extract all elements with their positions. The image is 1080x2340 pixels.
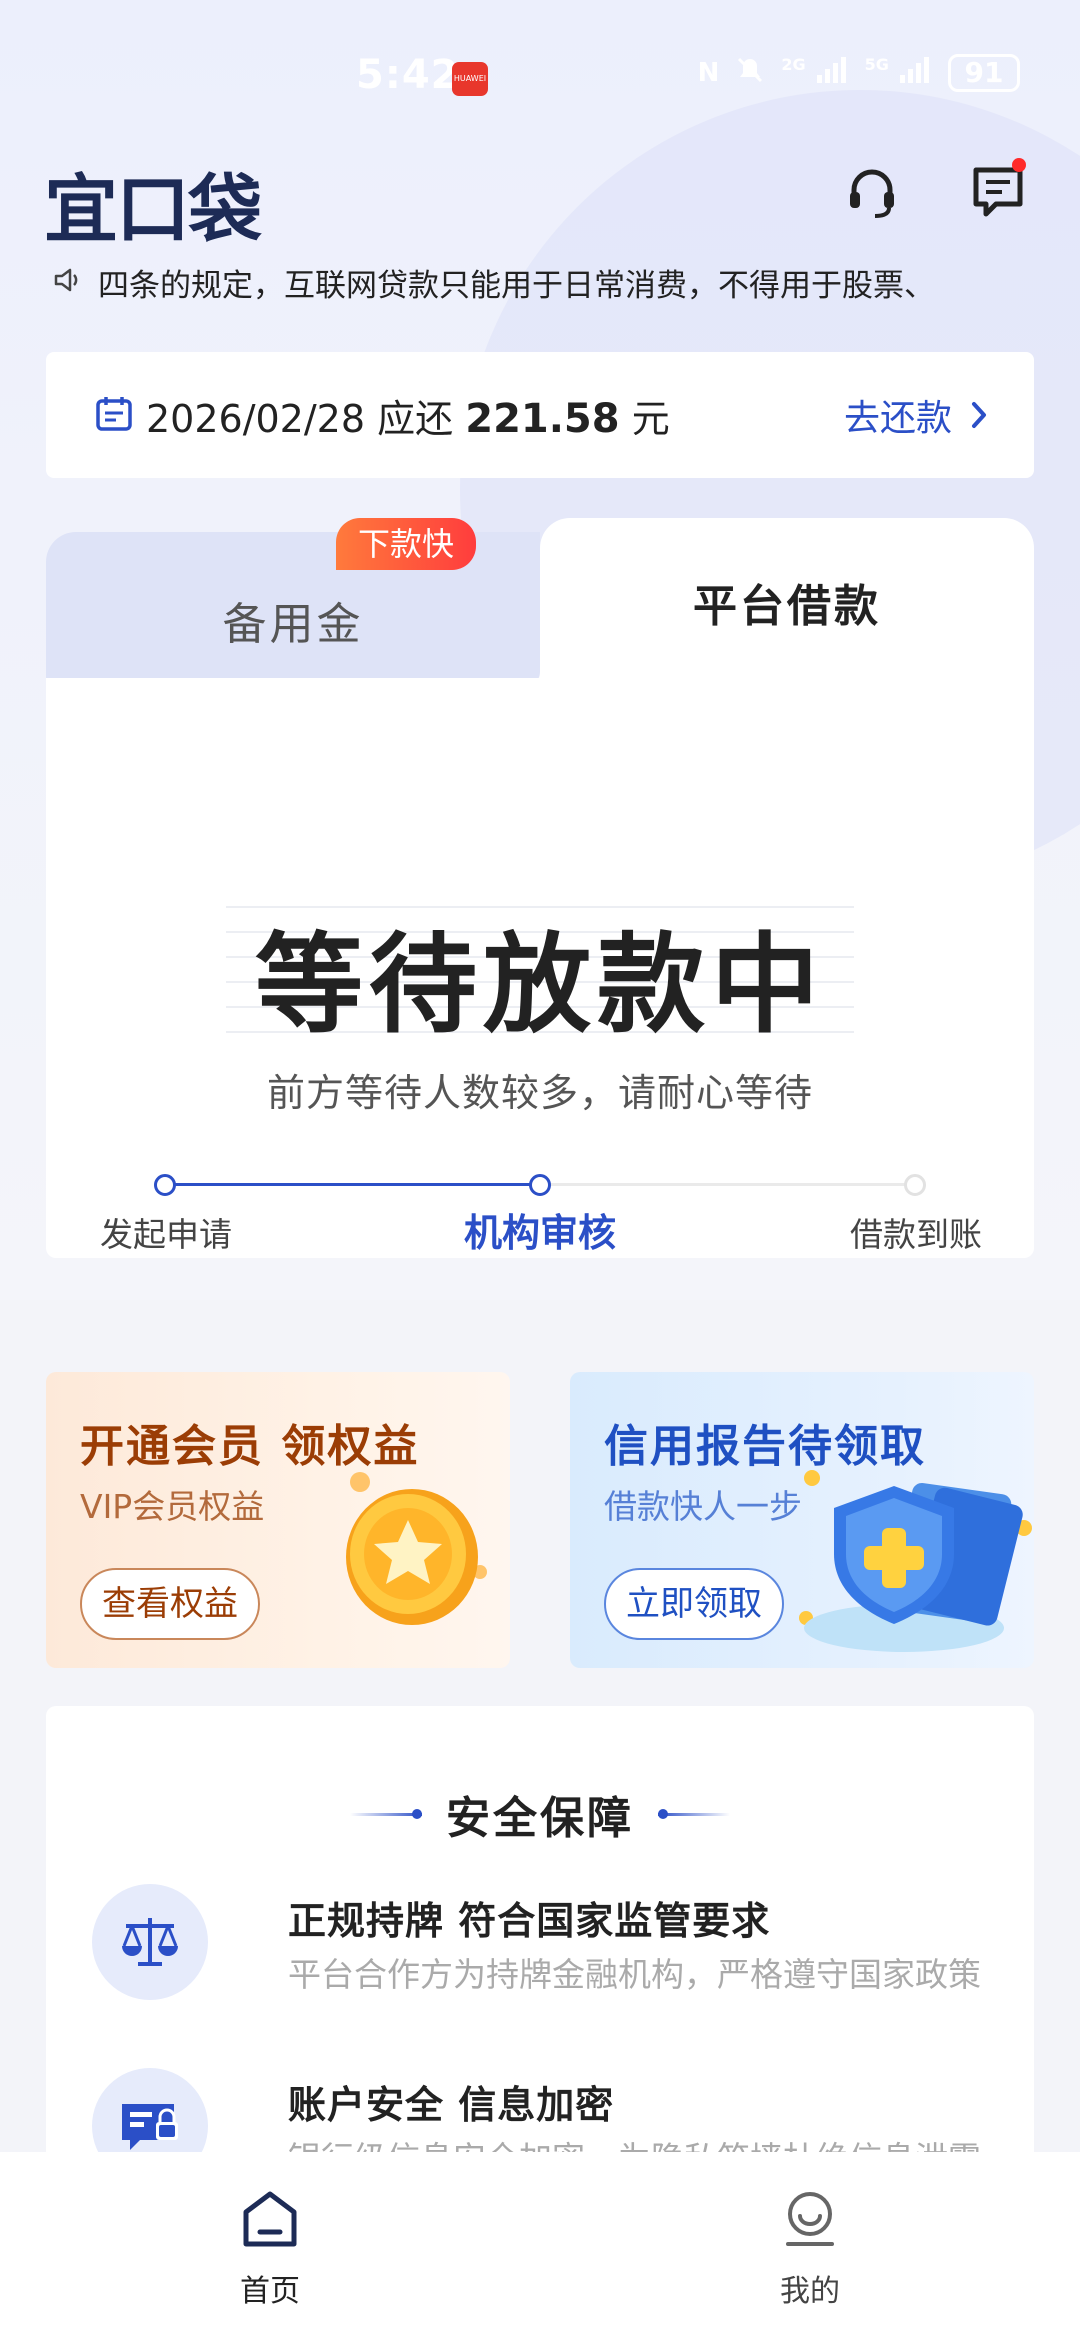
security-item-license-title: 正规持牌 符合国家监管要求	[288, 1899, 771, 1943]
security-title-row: 安全保障	[46, 1782, 1034, 1846]
go-repay-button[interactable]: 去还款	[844, 389, 988, 441]
view-benefits-button[interactable]: 查看权益	[80, 1568, 260, 1640]
app-logo: 宜口袋	[44, 167, 262, 253]
step-label-apply: 发起申请	[100, 1215, 232, 1254]
step-dot-arrival	[904, 1174, 926, 1196]
nav-home-label: 首页	[240, 2274, 300, 2309]
tab-platform-loan-label: 平台借款	[693, 581, 881, 632]
security-section: 安全保障 正规持牌 符合国家监管要求 平台合作方为持牌金融机构，严格遵守国家政策	[46, 1706, 1034, 2184]
loan-status-title: 等待放款中	[254, 923, 825, 1048]
step-dot-review	[529, 1174, 551, 1196]
nav-mine[interactable]: 我的	[740, 2188, 880, 2310]
loan-status-card: 备用金 下款快 等待放款中 前方等待人数较多，请耐心等待 发起申请 机构审核 借…	[46, 518, 1034, 1258]
repayment-info: 2026/02/28 应还 221.58 元	[146, 388, 670, 443]
credit-report-promo-card[interactable]: 信用报告待领取 借款快人一步 立即领取	[570, 1372, 1034, 1668]
security-item-license: 正规持牌 符合国家监管要求 平台合作方为持牌金融机构，严格遵守国家政策	[92, 1884, 992, 2004]
step-label-review: 机构审核	[463, 1211, 616, 1255]
speaker-icon	[52, 264, 84, 300]
repayment-card[interactable]: 2026/02/28 应还 221.58 元 去还款	[46, 352, 1034, 478]
credit-promo-title: 信用报告待领取	[604, 1421, 926, 1472]
security-item-encryption-title: 账户安全 信息加密	[288, 2083, 615, 2127]
loan-card-body: 等待放款中 前方等待人数较多，请耐心等待 发起申请 机构审核 借款到账	[46, 678, 1034, 1258]
signal-5g-icon: 5G	[865, 55, 932, 92]
progress-line-done	[166, 1183, 540, 1186]
profile-icon	[786, 2192, 834, 2246]
go-repay-label: 去还款	[843, 398, 952, 439]
battery-indicator: 91	[948, 54, 1020, 92]
calendar-icon	[94, 393, 134, 437]
home-icon	[243, 2191, 297, 2247]
step-label-arrival: 借款到账	[850, 1215, 982, 1254]
tab-backup-fund-label: 备用金	[222, 599, 364, 650]
signal-2g-label: 2G	[781, 54, 806, 74]
credit-promo-subtitle: 借款快人一步	[604, 1487, 802, 1526]
signal-2g-icon: 2G	[781, 55, 848, 92]
repayment-amount: 221.58	[465, 395, 620, 442]
signal-5g-label: 5G	[864, 54, 889, 74]
status-bar: 5:42 HUAWEI N 2G 5G 91	[0, 48, 1080, 108]
status-icons: N 2G 5G 91	[698, 54, 1020, 92]
app-notification-badge: HUAWEI	[452, 62, 488, 96]
repayment-due-label: 应还	[377, 396, 454, 441]
gold-star-coin-icon	[330, 1462, 490, 1636]
security-item-license-desc: 平台合作方为持牌金融机构，严格遵守国家政策	[288, 1955, 981, 1994]
fast-loan-badge: 下款快	[336, 518, 477, 570]
claim-now-button[interactable]: 立即领取	[604, 1568, 784, 1640]
unread-dot	[1012, 158, 1026, 172]
nav-home[interactable]: 首页	[200, 2188, 340, 2310]
message-icon[interactable]	[966, 158, 1030, 224]
headset-icon[interactable]	[840, 160, 904, 224]
shield-document-icon	[794, 1468, 1034, 1668]
chevron-right-icon	[972, 402, 986, 428]
vip-promo-subtitle: VIP会员权益	[80, 1487, 265, 1526]
nfc-icon: N	[697, 58, 720, 88]
step-dot-apply	[154, 1174, 176, 1196]
mute-icon	[735, 55, 765, 92]
bottom-navigation: 首页 我的	[0, 2152, 1080, 2340]
repayment-date: 2026/02/28	[146, 396, 366, 441]
security-title: 安全保障	[446, 1793, 634, 1844]
status-time: 5:42	[356, 52, 460, 98]
title-decoration-right	[658, 1808, 730, 1819]
progress-line-todo	[540, 1183, 920, 1186]
title-decoration-left	[350, 1808, 422, 1819]
nav-mine-label: 我的	[780, 2274, 840, 2309]
repayment-unit: 元	[631, 396, 670, 441]
tab-platform-loan[interactable]: 平台借款	[510, 518, 1034, 698]
loan-status-subtitle: 前方等待人数较多，请耐心等待	[266, 1071, 813, 1115]
vip-promo-card[interactable]: 开通会员 领权益 VIP会员权益 查看权益	[46, 1372, 510, 1668]
notice-marquee[interactable]: 四条的规定，互联网贷款只能用于日常消费，不得用于股票、	[52, 262, 1042, 302]
balance-scale-icon	[92, 1884, 208, 2000]
notice-text: 四条的规定，互联网贷款只能用于日常消费，不得用于股票、	[98, 267, 935, 303]
